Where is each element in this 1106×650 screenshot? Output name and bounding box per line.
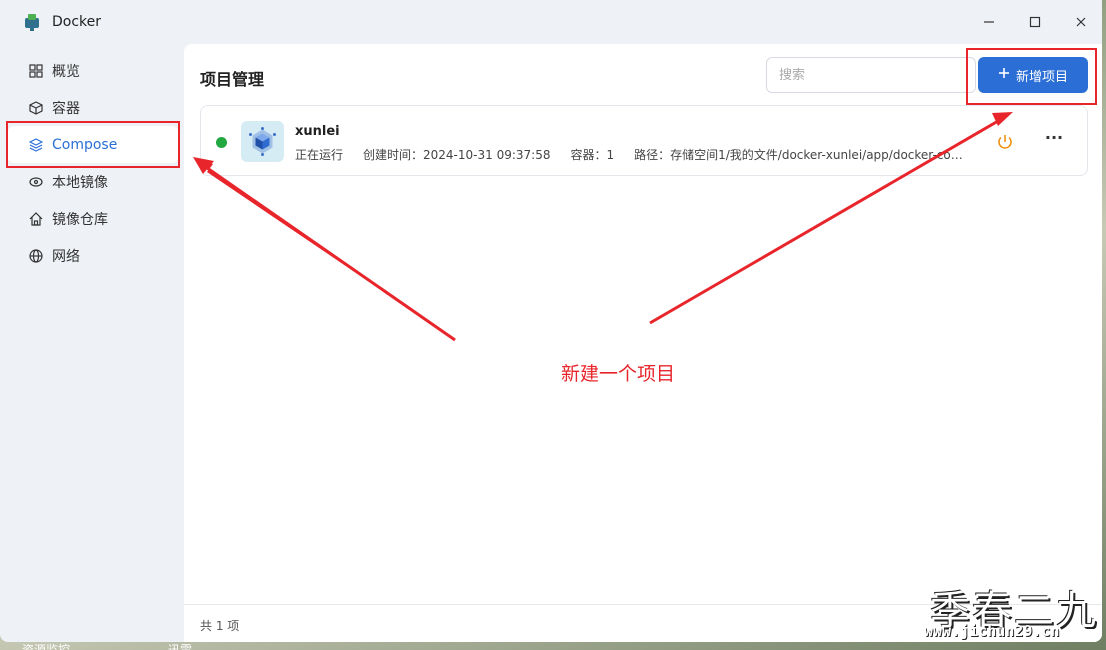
taskbar-xunlei[interactable]: 迅雷 — [168, 641, 192, 650]
annotation-text: 新建一个项目 — [561, 363, 676, 385]
watermark-url: www.jichun29.cn — [924, 622, 1060, 640]
taskbar-resource-monitor[interactable]: 资源监控 — [22, 641, 70, 650]
annotation-arrows — [193, 112, 1013, 342]
